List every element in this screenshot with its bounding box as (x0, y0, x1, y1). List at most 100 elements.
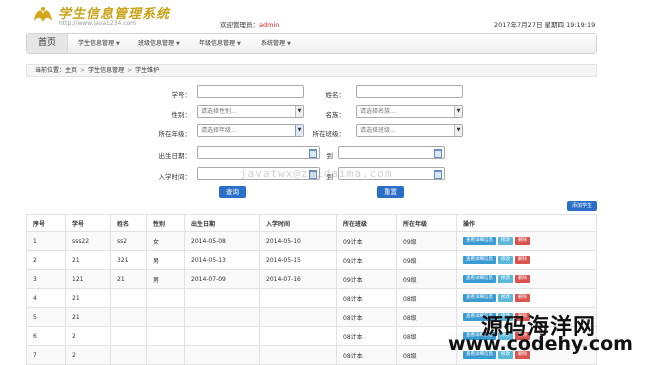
delete-button[interactable]: 删除 (515, 294, 530, 302)
calendar-icon[interactable] (434, 149, 442, 158)
reset-button[interactable]: 重置 (377, 186, 404, 198)
birth-date-to-label: 到 (326, 152, 334, 160)
table-cell (110, 326, 147, 346)
table-row: 3 121 21 男 2014-07-09 2014-07-16 09计本 09级 查看详细信息… (26, 269, 597, 289)
name-input[interactable] (356, 85, 463, 98)
nav-class-management[interactable]: 班级信息管理 ▼ (138, 34, 180, 53)
app-url: http://www.java1234.com (59, 20, 137, 27)
calendar-icon[interactable] (434, 170, 442, 179)
add-student-button[interactable]: 添加学生 (567, 201, 597, 211)
column-header: 入学时间 (259, 214, 337, 232)
breadcrumb-home[interactable]: 主页 (65, 67, 77, 74)
table-cell: 7 (26, 345, 66, 365)
table-cell: 4 (26, 288, 66, 308)
delete-button[interactable]: 删除 (515, 237, 530, 245)
table-row: 2 21 321 男 2014-05-13 2014-05-15 09计本 09级 查看详细信息… (26, 250, 597, 270)
edit-button[interactable]: 修改 (498, 237, 513, 245)
nav-label: 班级信息管理 (138, 40, 175, 47)
logo-icon (34, 7, 52, 22)
nav-grade-management[interactable]: 年级信息管理 ▼ (199, 34, 241, 53)
table-row: 1 sss22 ss2 女 2014-05-08 2014-05-10 09计本 09级 查看详… (26, 231, 597, 251)
nav-system-management[interactable]: 系统管理 ▼ (261, 34, 291, 53)
birth-date-end-input[interactable] (338, 146, 445, 159)
edit-button[interactable]: 修改 (498, 275, 513, 283)
table-cell (259, 288, 337, 308)
table-cell (259, 307, 337, 327)
query-button[interactable]: 查询 (219, 186, 246, 198)
view-details-button[interactable]: 查看详细信息 (463, 237, 496, 245)
table-cell: 21 (65, 250, 111, 270)
table-cell: 08计本 (336, 288, 397, 308)
table-cell: 2014-05-10 (259, 231, 337, 251)
table-cell: 09级 (396, 231, 457, 251)
table-cell: 2 (65, 326, 111, 346)
table-cell: 2014-05-08 (184, 231, 260, 251)
delete-button[interactable]: 删除 (515, 275, 530, 283)
column-header: 出生日期 (184, 214, 260, 232)
column-header: 所在年级 (396, 214, 457, 232)
table-cell: sss22 (65, 231, 111, 251)
breadcrumb-current: 学生维护 (135, 67, 160, 74)
view-details-button[interactable]: 查看详细信息 (463, 275, 496, 283)
enroll-time-label: 入学时间： (158, 173, 192, 181)
watermark-text: javatwx@zhidaima.com (240, 167, 393, 180)
nav-home[interactable]: 首页 (27, 34, 68, 53)
table-cell (146, 288, 185, 308)
breadcrumb-student-management[interactable]: 学生信息管理 (88, 67, 124, 74)
table-cell: 08计本 (336, 326, 397, 346)
nav-student-management[interactable]: 学生信息管理 ▼ (78, 34, 120, 53)
breadcrumb-prefix: 当前位置： (35, 67, 66, 74)
table-cell: 男 (146, 250, 185, 270)
chevron-down-icon: ▼ (454, 125, 462, 136)
nav-label: 年级信息管理 (199, 40, 236, 47)
birth-date-label: 出生日期： (158, 152, 192, 160)
nav-label: 学生信息管理 (78, 40, 115, 47)
table-cell (184, 307, 260, 327)
nav-label: 系统管理 (261, 40, 286, 47)
gender-select[interactable]: 请选择性别... ▼ (197, 105, 304, 118)
column-header: 姓名 (110, 214, 147, 232)
delete-button[interactable]: 删除 (515, 256, 530, 264)
table-cell (146, 345, 185, 365)
table-cell: 09级 (396, 250, 457, 270)
table-cell: 3 (26, 269, 66, 289)
main-navbar: 首页 学生信息管理 ▼ 班级信息管理 ▼ 年级信息管理 ▼ 系统管理 ▼ (26, 33, 597, 54)
table-row: 4 21 08计本 08级 查看详细信息 修改 删除 (26, 288, 597, 308)
ethnicity-placeholder: 请选择名族... (360, 108, 396, 115)
table-cell (259, 326, 337, 346)
column-header: 所在班级 (336, 214, 397, 232)
table-cell: 321 (110, 250, 147, 270)
table-cell: 2014-07-16 (259, 269, 337, 289)
grade-select[interactable]: 请选择年级... ▼ (197, 124, 304, 137)
table-cell (110, 288, 147, 308)
header: 学生信息管理系统 http://www.java1234.com 欢迎管理员：a… (0, 0, 650, 32)
student-no-input[interactable] (197, 85, 304, 98)
class-select[interactable]: 请选择班级... ▼ (356, 124, 463, 137)
gender-label: 性别： (171, 111, 192, 119)
edit-button[interactable]: 修改 (498, 256, 513, 264)
view-details-button[interactable]: 查看详细信息 (463, 256, 496, 264)
ethnicity-label: 名族： (325, 111, 346, 119)
table-cell: 21 (65, 307, 111, 327)
breadcrumb-separator: > (80, 67, 86, 74)
table-cell: 2 (26, 250, 66, 270)
table-cell: 09级 (396, 269, 457, 289)
view-details-button[interactable]: 查看详细信息 (463, 294, 496, 302)
name-label: 姓名： (325, 91, 346, 99)
welcome-text: 欢迎管理员：admin (220, 19, 279, 29)
edit-button[interactable]: 修改 (498, 294, 513, 302)
table-cell: 女 (146, 231, 185, 251)
table-cell: ss2 (110, 231, 147, 251)
column-header: 序号 (26, 214, 66, 232)
table-cell: 男 (146, 269, 185, 289)
grade-placeholder: 请选择年级... (201, 127, 237, 134)
table-cell: 08级 (396, 307, 457, 327)
ethnicity-select[interactable]: 请选择名族... ▼ (356, 105, 463, 118)
chevron-down-icon: ▼ (295, 106, 303, 117)
column-header: 操作 (456, 214, 597, 232)
chevron-down-icon: ▼ (287, 41, 291, 47)
actions-cell: 查看详细信息 修改 删除 (456, 231, 597, 251)
current-user: admin (259, 21, 280, 29)
column-header: 学号 (65, 214, 111, 232)
table-cell: 09计本 (336, 250, 397, 270)
